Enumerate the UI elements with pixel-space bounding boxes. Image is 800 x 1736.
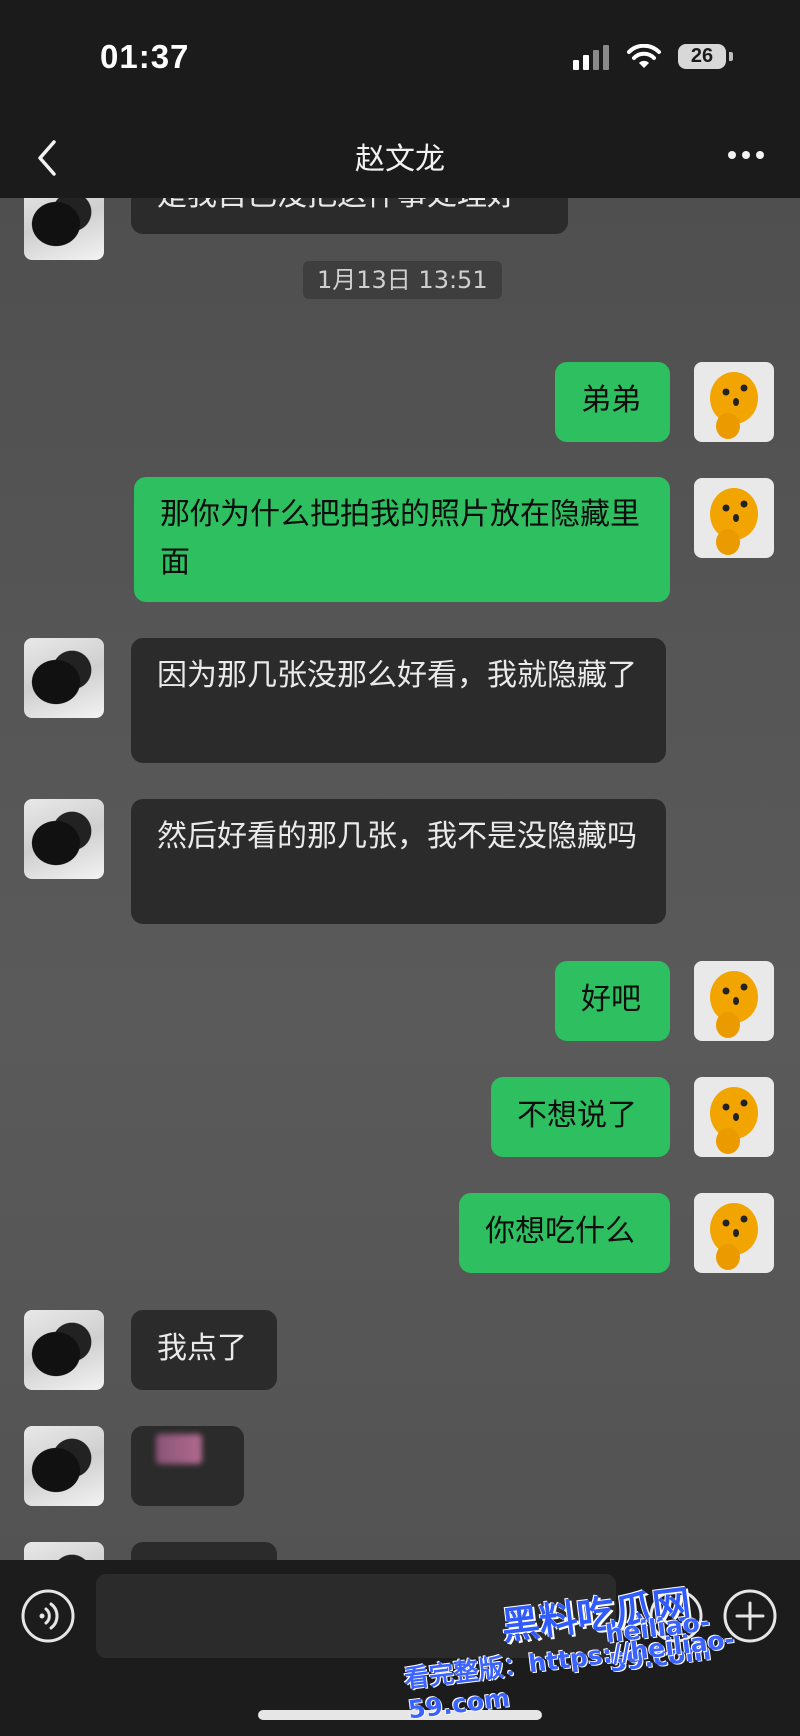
chat-messages[interactable]: 是我自己没把这件事处理好 1月13日 13:51 弟弟 那你为什么把拍我的照片放… — [0, 198, 800, 1560]
yellow-character-icon — [710, 488, 758, 555]
message-bubble-self[interactable]: 你想吃什么 — [459, 1193, 670, 1273]
message-bubble-self[interactable]: 那你为什么把拍我的照片放在隐藏里面 — [134, 477, 670, 602]
yellow-character-icon — [710, 971, 758, 1038]
wifi-icon — [626, 43, 662, 74]
more-options-icon[interactable] — [724, 140, 768, 170]
message-bubble-self[interactable]: 弟弟 — [555, 362, 670, 442]
message-text: 不想说了 — [517, 1098, 637, 1133]
message-text: 弟弟 — [581, 383, 641, 418]
self-avatar[interactable] — [694, 961, 774, 1041]
message-bubble-peer[interactable] — [131, 1542, 277, 1560]
status-bar: 01:37 26 — [0, 0, 800, 110]
peer-avatar[interactable] — [24, 799, 104, 879]
message-text: 因为那几张没那么好看，我就隐藏了 — [157, 658, 637, 693]
voice-input-icon[interactable] — [20, 1588, 76, 1644]
message-text: 是我自己没把这件事处理好 — [157, 198, 542, 238]
message-text: 你想吃什么 — [485, 1214, 635, 1249]
self-avatar[interactable] — [694, 478, 774, 558]
cellular-signal-icon — [573, 44, 613, 74]
message-bubble-peer[interactable]: 我点了 — [131, 1310, 277, 1390]
chat-header: 赵文龙 — [0, 110, 800, 198]
message-bubble-peer[interactable]: 因为那几张没那么好看，我就隐藏了 — [131, 638, 666, 763]
peer-avatar[interactable] — [24, 638, 104, 718]
message-text: 好吧 — [581, 982, 641, 1017]
self-avatar[interactable] — [694, 1193, 774, 1273]
battery-tip-icon — [729, 52, 733, 61]
yellow-character-icon — [710, 372, 758, 439]
peer-avatar[interactable] — [24, 198, 104, 260]
yellow-character-icon — [710, 1203, 758, 1270]
peer-avatar[interactable] — [24, 1310, 104, 1390]
message-text: 我点了 — [157, 1331, 247, 1366]
self-avatar[interactable] — [694, 362, 774, 442]
peer-avatar[interactable] — [24, 1542, 104, 1560]
message-bubble-self[interactable]: 好吧 — [555, 961, 670, 1041]
message-text: 然后好看的那几张，我不是没隐藏吗 — [157, 819, 637, 854]
status-time: 01:37 — [100, 38, 190, 75]
battery-indicator: 26 — [678, 44, 726, 69]
self-avatar[interactable] — [694, 1077, 774, 1157]
message-bubble-self[interactable]: 不想说了 — [491, 1077, 670, 1157]
peer-avatar[interactable] — [24, 1426, 104, 1506]
message-bubble-peer[interactable]: 然后好看的那几张，我不是没隐藏吗 — [131, 799, 666, 924]
chat-title: 赵文龙 — [355, 142, 445, 177]
blurred-image-thumbnail[interactable] — [156, 1434, 202, 1464]
message-timestamp: 1月13日 13:51 — [303, 261, 502, 299]
message-bubble-peer[interactable]: 是我自己没把这件事处理好 — [131, 198, 568, 234]
yellow-character-icon — [710, 1087, 758, 1154]
message-text: 那你为什么把拍我的照片放在隐藏里面 — [160, 497, 640, 580]
